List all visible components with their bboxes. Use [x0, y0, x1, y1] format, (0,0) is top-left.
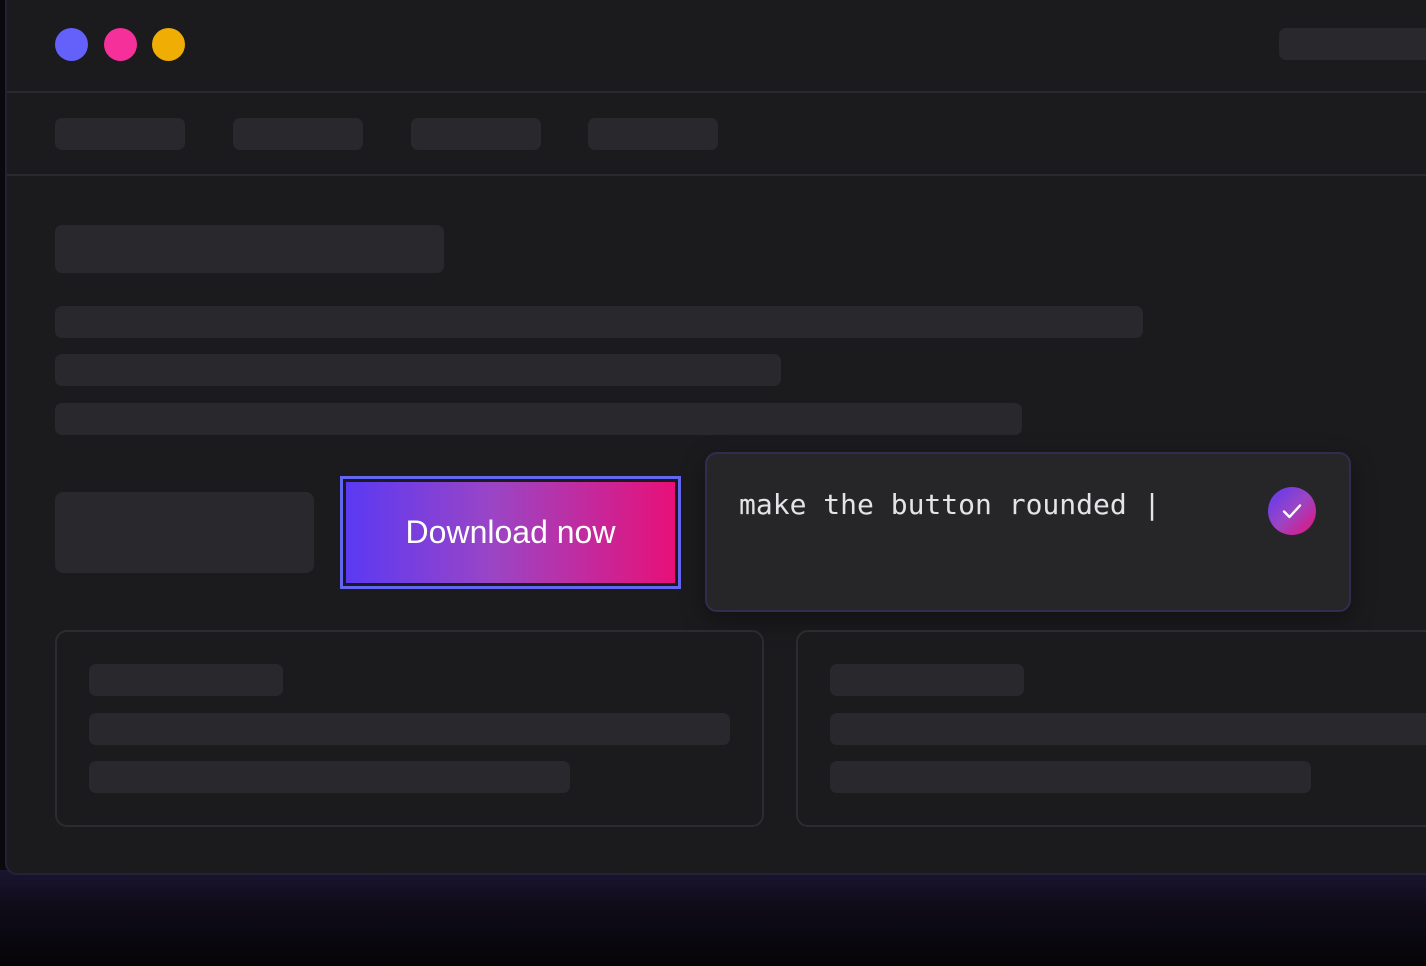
download-button-focus-outline: Download now: [340, 476, 681, 589]
card-title-placeholder: [89, 664, 283, 696]
titlebar-divider: [7, 91, 1426, 93]
check-icon: [1282, 504, 1302, 519]
window-dot-yellow[interactable]: [152, 28, 185, 61]
titlebar-placeholder: [1279, 28, 1426, 60]
prompt-input[interactable]: make the button rounded |: [739, 488, 1160, 521]
text-line-placeholder-3: [55, 403, 1022, 435]
prompt-popover: make the button rounded |: [705, 452, 1351, 612]
window-dot-pink[interactable]: [104, 28, 137, 61]
content-card-left: [55, 630, 764, 827]
submit-prompt-button[interactable]: [1268, 487, 1316, 535]
text-line-placeholder-1: [55, 306, 1143, 338]
nav-tab-placeholder-4[interactable]: [588, 118, 718, 150]
card-line-placeholder-2: [89, 761, 570, 793]
window-shadow-glow: [0, 870, 1426, 966]
window-dot-purple[interactable]: [55, 28, 88, 61]
download-now-button[interactable]: Download now: [346, 482, 675, 583]
card-line-placeholder-1: [89, 713, 730, 745]
app-window: Download now make the button rounded |: [5, 0, 1426, 875]
content-card-right: [796, 630, 1426, 827]
nav-tab-placeholder-3[interactable]: [411, 118, 541, 150]
nav-tab-placeholder-1[interactable]: [55, 118, 185, 150]
heading-placeholder: [55, 225, 444, 273]
card-line-placeholder-2: [830, 761, 1311, 793]
secondary-button-placeholder[interactable]: [55, 492, 314, 573]
text-line-placeholder-2: [55, 354, 781, 386]
nav-divider: [7, 174, 1426, 176]
card-line-placeholder-1: [830, 713, 1426, 745]
card-title-placeholder: [830, 664, 1024, 696]
nav-tab-placeholder-2[interactable]: [233, 118, 363, 150]
